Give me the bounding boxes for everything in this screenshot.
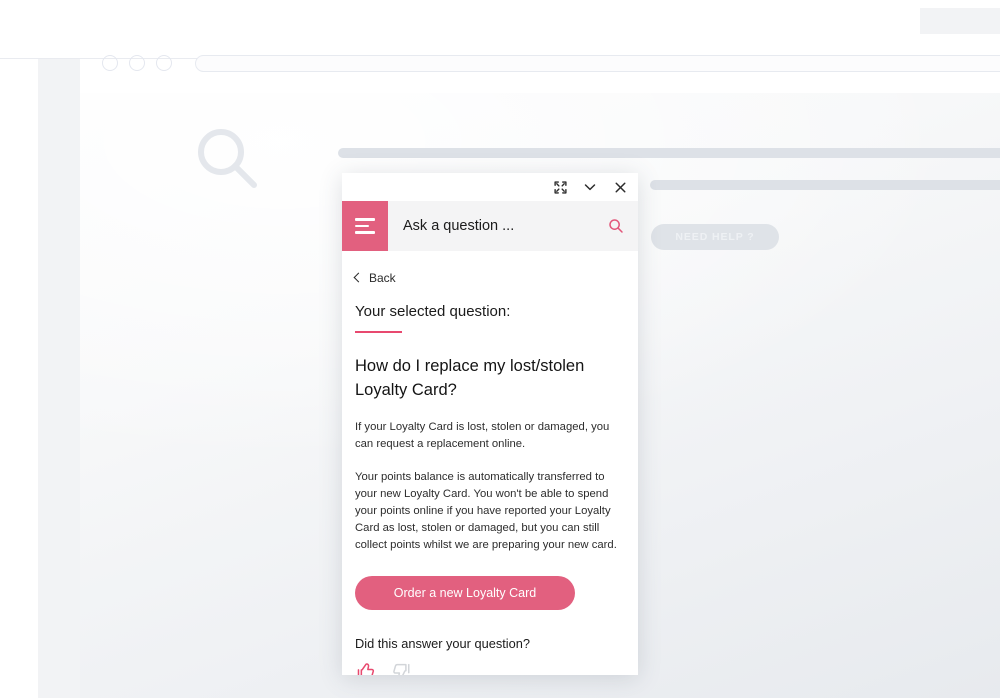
order-new-loyalty-card-button[interactable]: Order a new Loyalty Card xyxy=(355,576,575,611)
back-button[interactable]: Back xyxy=(353,251,625,285)
feedback-question: Did this answer your question? xyxy=(355,636,530,652)
expand-icon[interactable] xyxy=(553,180,567,194)
feedback-icons xyxy=(355,660,625,675)
widget-header: Ask a question ... xyxy=(342,201,638,251)
content-placeholder-bar xyxy=(338,148,1000,158)
widget-titlebar xyxy=(342,173,638,201)
browser-chrome xyxy=(0,0,920,59)
window-control-maximize[interactable] xyxy=(156,55,172,71)
answer-paragraph: Your points balance is automatically tra… xyxy=(355,471,617,551)
question-title: How do I replace my lost/stolen Loyalty … xyxy=(355,356,585,399)
section-label: Your selected question: xyxy=(355,303,511,320)
answer-paragraph: If your Loyalty Card is lost, stolen or … xyxy=(355,420,610,450)
thumbs-up-icon[interactable] xyxy=(355,660,377,675)
search-icon[interactable] xyxy=(594,201,638,251)
chevron-left-icon xyxy=(353,272,364,283)
hamburger-bars xyxy=(355,218,375,234)
screenshot-root: NEED HELP ? Ask a question ... Back Your… xyxy=(0,0,1000,698)
url-input[interactable] xyxy=(195,55,1000,72)
thumbs-down-icon[interactable] xyxy=(390,660,412,675)
close-icon[interactable] xyxy=(613,180,627,194)
need-help-button[interactable]: NEED HELP ? xyxy=(651,224,779,250)
chevron-down-icon[interactable] xyxy=(583,180,597,194)
hamburger-menu-icon[interactable] xyxy=(342,201,388,251)
help-widget: Ask a question ... Back Your selected qu… xyxy=(342,173,638,675)
section-underline xyxy=(355,331,402,333)
window-control-minimize[interactable] xyxy=(129,55,145,71)
widget-body: Back Your selected question: How do I re… xyxy=(342,251,638,675)
content-placeholder-bar xyxy=(650,180,1000,190)
back-label: Back xyxy=(369,271,396,285)
search-icon xyxy=(192,123,264,195)
widget-title: Ask a question ... xyxy=(403,218,515,234)
window-control-close[interactable] xyxy=(102,55,118,71)
